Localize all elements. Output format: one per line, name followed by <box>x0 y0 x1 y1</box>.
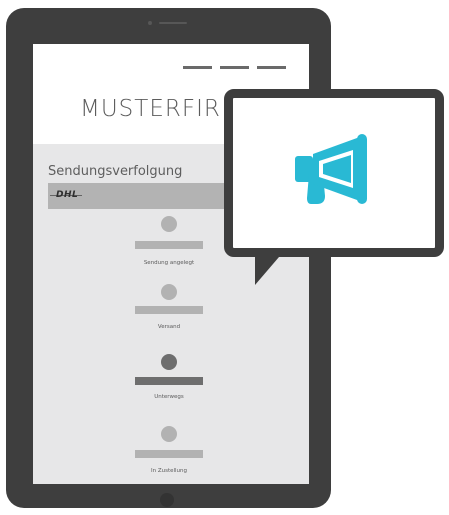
step-label: Sendung angelegt <box>143 260 195 266</box>
home-button[interactable] <box>160 493 174 507</box>
nav-menu-item[interactable] <box>220 66 249 69</box>
megaphone-icon <box>295 134 367 204</box>
nav-menu-item[interactable] <box>257 66 286 69</box>
step-dot <box>161 284 177 300</box>
step-bar-active <box>135 377 203 385</box>
step-label: Unterwegs <box>154 394 184 400</box>
nav-menu-item[interactable] <box>183 66 212 69</box>
step-label: Versand <box>157 324 181 330</box>
step-dot <box>161 216 177 232</box>
camera <box>148 21 152 25</box>
speech-bubble <box>224 89 444 257</box>
step-label: In Zustellung <box>150 468 188 474</box>
tracking-title: Sendungsverfolgung <box>48 164 183 179</box>
step-dot-active <box>161 354 177 370</box>
step-dot <box>161 426 177 442</box>
step-bar <box>135 241 203 249</box>
speaker-grille <box>159 22 187 24</box>
step-bar <box>135 450 203 458</box>
step-bar <box>135 306 203 314</box>
carrier-logo: DHL <box>49 190 83 200</box>
